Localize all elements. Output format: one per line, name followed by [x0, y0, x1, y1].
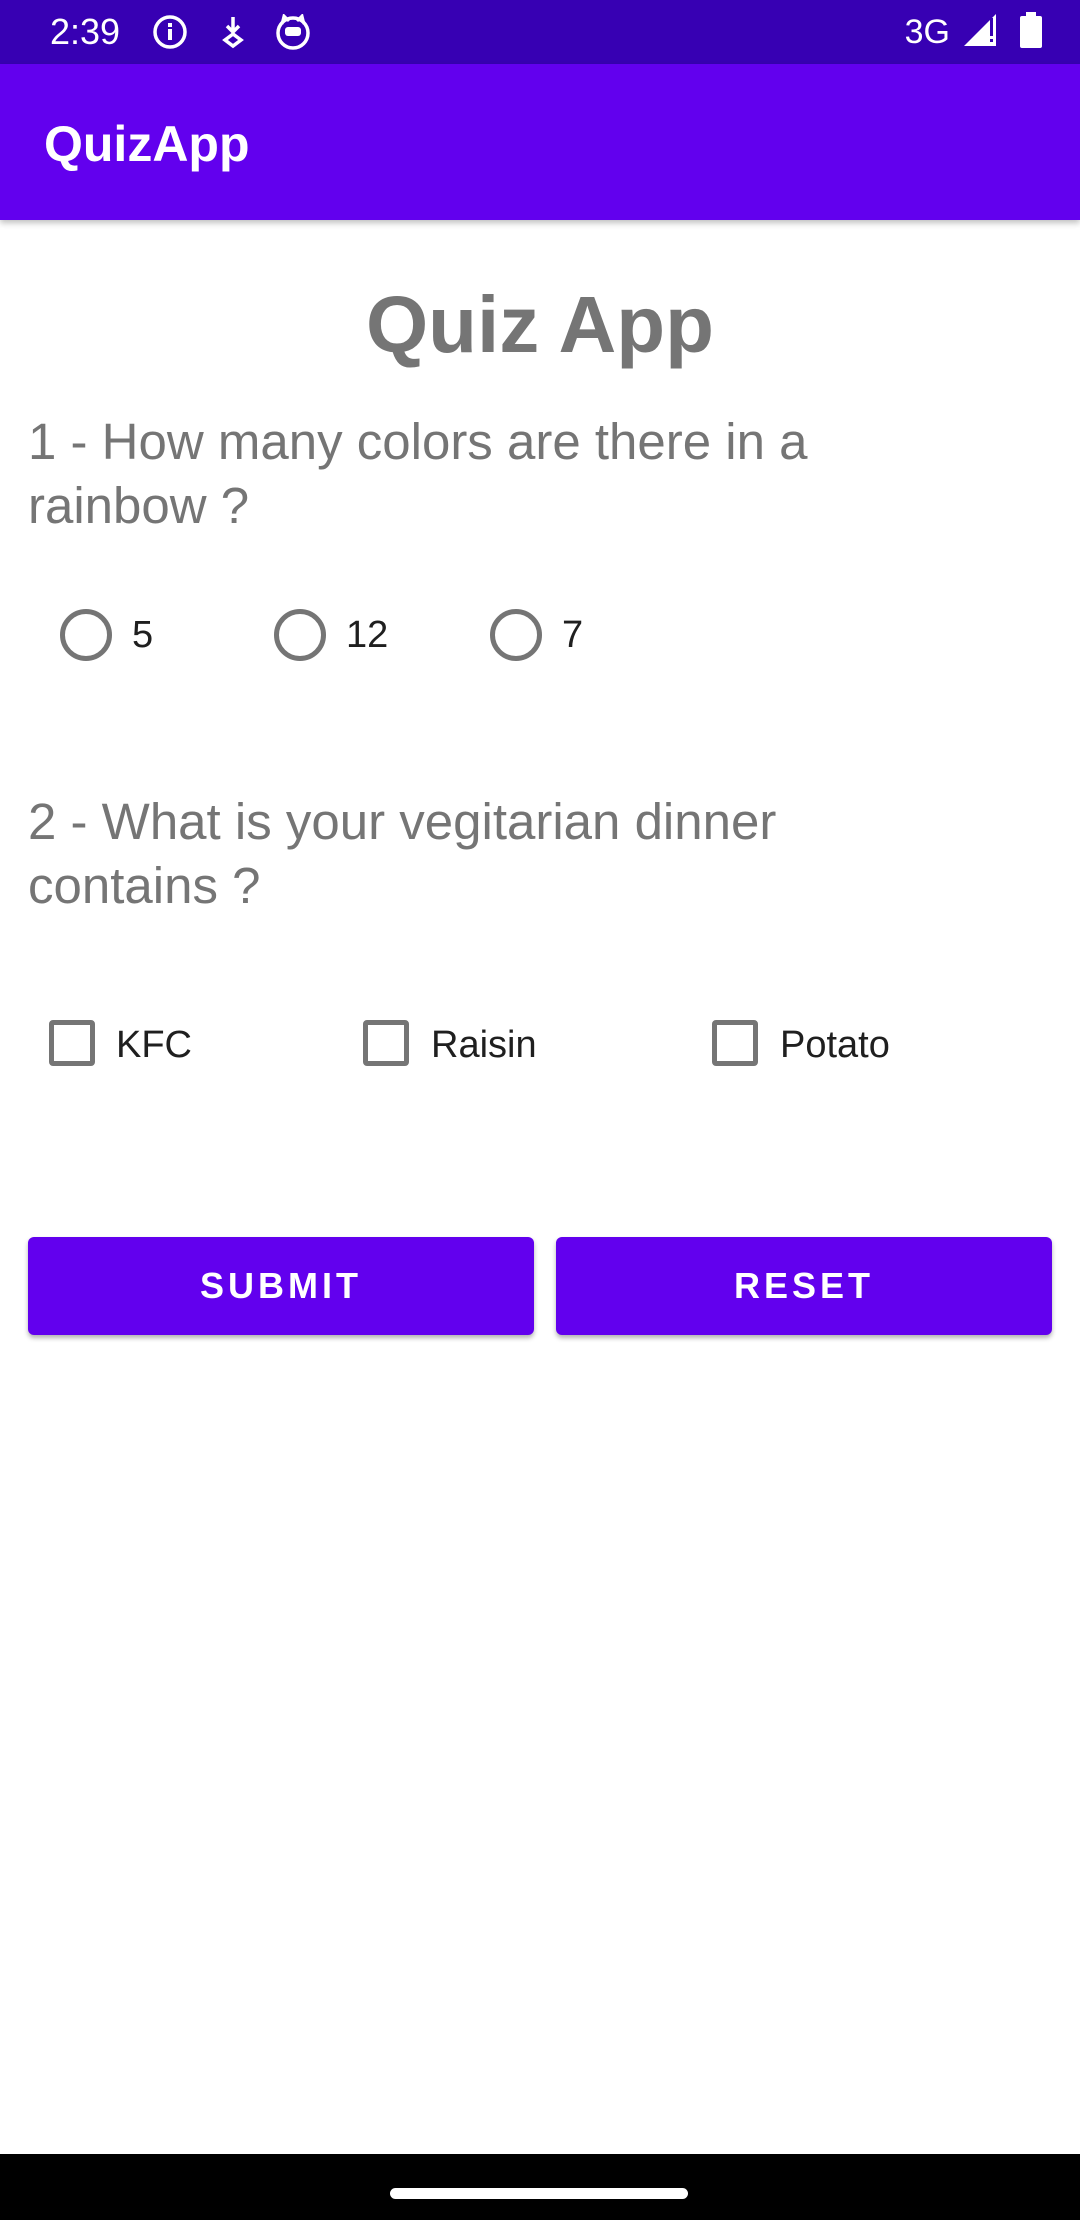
download-icon	[216, 14, 250, 55]
status-bar: 2:39 3G	[0, 0, 1080, 64]
battery-icon	[1020, 11, 1042, 53]
info-icon	[152, 14, 188, 55]
reset-button[interactable]: RESET	[556, 1237, 1052, 1335]
checkbox-potato-label[interactable]: Potato	[780, 1021, 890, 1069]
signal-icon	[962, 12, 1000, 53]
checkbox-raisin[interactable]	[363, 1020, 409, 1066]
page-title: Quiz App	[365, 280, 715, 369]
cat-face-icon	[274, 13, 312, 55]
app-bar: QuizApp	[0, 64, 1080, 220]
radio-option-7-label[interactable]: 7	[562, 611, 583, 659]
network-type-label: 3G	[904, 12, 950, 51]
radio-option-5[interactable]	[60, 609, 112, 661]
checkbox-kfc-label[interactable]: KFC	[116, 1021, 192, 1069]
status-right-group: 3G	[905, 10, 1042, 54]
checkbox-raisin-label[interactable]: Raisin	[431, 1021, 537, 1069]
question-1-text: 1 - How many colors are there in a rainb…	[28, 413, 808, 534]
radio-option-7[interactable]	[490, 609, 542, 661]
navigation-bar	[0, 2154, 1080, 2220]
checkbox-potato[interactable]	[712, 1020, 758, 1066]
status-time: 2:39	[50, 11, 121, 52]
radio-option-12-label[interactable]: 12	[346, 611, 388, 659]
question-2-text: 2 - What is your vegitarian dinner conta…	[28, 793, 777, 914]
radio-option-12[interactable]	[274, 609, 326, 661]
submit-button[interactable]: SUBMIT	[28, 1237, 534, 1335]
app-bar-title: QuizApp	[44, 116, 250, 172]
checkbox-kfc[interactable]	[49, 1020, 95, 1066]
radio-option-5-label[interactable]: 5	[132, 611, 153, 659]
home-gesture-handle[interactable]	[390, 2188, 688, 2199]
